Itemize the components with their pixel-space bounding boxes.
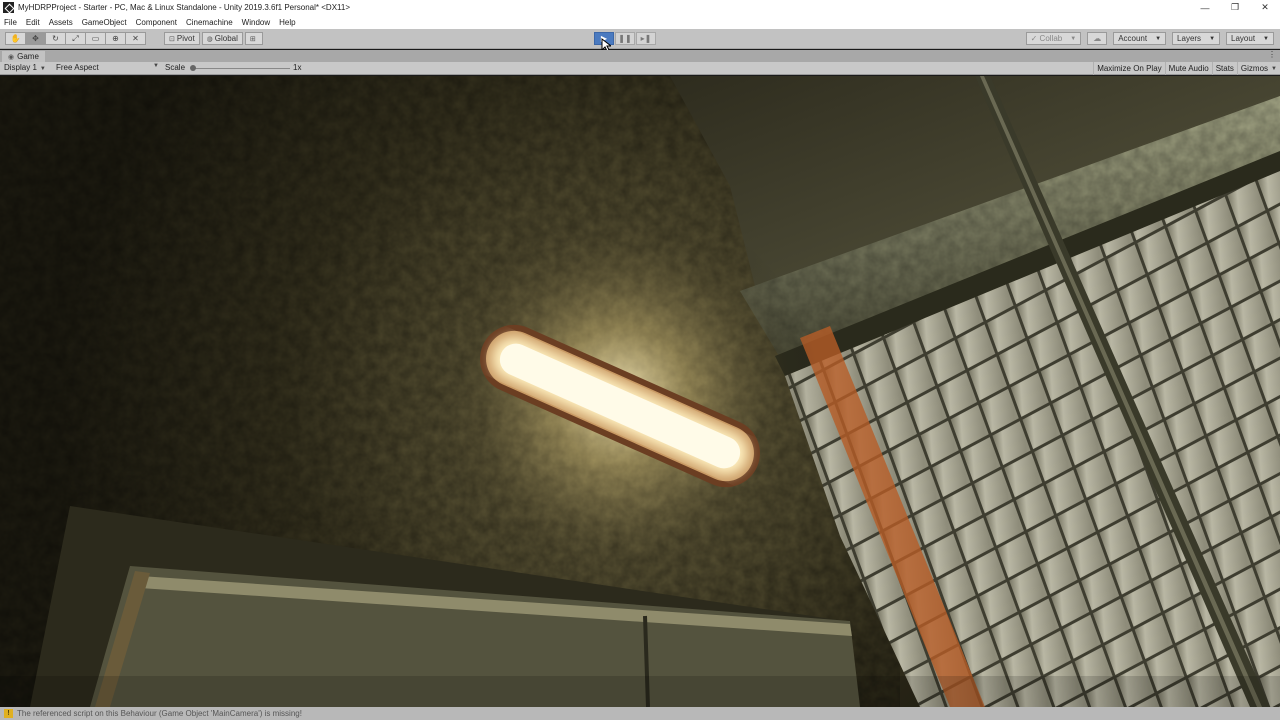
rotate-tool-icon[interactable]: ↻ (45, 32, 66, 45)
menu-gameobject[interactable]: GameObject (82, 18, 127, 27)
console-message[interactable]: The referenced script on this Behaviour … (17, 709, 302, 718)
maximize-on-play-toggle[interactable]: Maximize On Play (1093, 62, 1164, 75)
step-icon: ▸❚ (640, 34, 652, 43)
grid-snap-icon: ⊞ (249, 35, 256, 43)
minimize-button[interactable]: — (1190, 0, 1220, 15)
scale-tool-icon[interactable]: ⤢ (65, 32, 86, 45)
scale-slider-track[interactable] (192, 68, 290, 69)
gizmos-dropdown[interactable]: Gizmos ▼ (1236, 62, 1280, 75)
collab-label: Collab (1039, 34, 1063, 43)
cloud-icon: ☁ (1093, 34, 1102, 43)
scale-value: 1x (293, 63, 302, 72)
collab-dropdown[interactable]: ✓ Collab ▼ (1025, 32, 1082, 45)
global-toggle[interactable]: ◍ Global (201, 32, 243, 45)
aspect-dropdown[interactable]: Free Aspect ▼ (56, 63, 159, 72)
game-scene-render (0, 76, 1280, 707)
transform-tools: ✋ ✥ ↻ ⤢ ▭ ⊕ ✕ (5, 32, 146, 45)
account-label: Account (1118, 34, 1148, 43)
gizmos-label: Gizmos (1240, 64, 1269, 73)
layout-label: Layout (1231, 34, 1256, 43)
handle-toggles: ⊡ Pivot ◍ Global ⊞ (164, 32, 265, 45)
scale-label: Scale (165, 63, 186, 72)
menu-window[interactable]: Window (242, 18, 270, 27)
menu-cinemachine[interactable]: Cinemachine (186, 18, 233, 27)
chevron-down-icon: ▼ (39, 66, 46, 72)
pause-icon: ❚❚ (618, 34, 632, 43)
game-options-bar: Display 1 ▼ Free Aspect ▼ Scale 1x Maximiz… (0, 62, 1280, 75)
menu-file[interactable]: File (4, 18, 17, 27)
step-button[interactable]: ▸❚ (636, 32, 656, 45)
window-controls: — ❐ ✕ (1190, 0, 1280, 15)
account-dropdown[interactable]: Account ▼ (1113, 32, 1167, 45)
menu-assets[interactable]: Assets (49, 18, 73, 27)
move-tool-icon[interactable]: ✥ (25, 32, 46, 45)
tab-game[interactable]: ◉ Game (2, 51, 45, 62)
layers-dropdown[interactable]: Layers ▼ (1172, 32, 1221, 45)
stats-toggle[interactable]: Stats (1211, 62, 1237, 75)
pivot-label: Pivot (176, 34, 195, 43)
layers-label: Layers (1177, 34, 1202, 43)
cloud-button[interactable]: ☁ (1087, 32, 1108, 45)
menu-bar: File Edit Assets GameObject Component Ci… (0, 15, 1280, 29)
menu-edit[interactable]: Edit (26, 18, 40, 27)
chevron-down-icon: ▼ (1271, 65, 1277, 72)
game-view-toggles: Maximize On Play Mute Audio Stats Gizmos… (1093, 62, 1280, 75)
close-button[interactable]: ✕ (1250, 0, 1280, 15)
tab-menu-icon[interactable]: ⋮ (1268, 50, 1276, 59)
mute-audio-toggle[interactable]: Mute Audio (1164, 62, 1212, 75)
game-tab-bar: ◉ Game ⋮ (0, 50, 1280, 62)
game-viewport[interactable] (0, 76, 1280, 707)
pivot-icon: ⊡ (169, 35, 175, 43)
globe-icon: ◍ (206, 35, 213, 43)
pivot-toggle[interactable]: ⊡ Pivot (164, 32, 200, 45)
transform-tool-icon[interactable]: ⊕ (105, 32, 126, 45)
game-controller-icon: ◉ (8, 53, 15, 61)
chevron-down-icon: ▼ (1209, 35, 1216, 42)
title-bar: MyHDRPProject - Starter - PC, Mac & Linu… (0, 0, 1280, 15)
right-toolbar: ✓ Collab ▼ ☁ Account ▼ Layers ▼ Layout ▼ (1020, 32, 1274, 45)
custom-tool-icon[interactable]: ✕ (125, 32, 146, 45)
status-bar[interactable]: ! The referenced script on this Behaviou… (0, 707, 1280, 720)
restore-button[interactable]: ❐ (1220, 0, 1250, 15)
chevron-down-icon: ▼ (153, 63, 159, 69)
snap-toggle[interactable]: ⊞ (244, 32, 263, 45)
scale-slider-handle[interactable] (190, 65, 196, 71)
chevron-down-icon: ▼ (1155, 35, 1162, 42)
layout-dropdown[interactable]: Layout ▼ (1226, 32, 1274, 45)
chevron-down-icon: ▼ (1070, 35, 1077, 42)
menu-component[interactable]: Component (136, 18, 177, 27)
hand-tool-icon[interactable]: ✋ (5, 32, 26, 45)
global-label: Global (214, 34, 238, 43)
rect-tool-icon[interactable]: ▭ (85, 32, 106, 45)
aspect-label: Free Aspect (56, 63, 99, 72)
tab-game-label: Game (17, 52, 39, 61)
chevron-down-icon: ▼ (1263, 35, 1269, 42)
main-toolbar: ✋ ✥ ↻ ⤢ ▭ ⊕ ✕ ⊡ Pivot ◍ Global ⊞ ▶ ❚❚ ▸❚ ✓… (0, 29, 1280, 52)
unity-logo-icon (3, 2, 14, 13)
display-label: Display 1 (4, 63, 37, 72)
menu-help[interactable]: Help (279, 18, 295, 27)
window-title: MyHDRPProject - Starter - PC, Mac & Linu… (18, 3, 351, 12)
warning-icon: ! (4, 709, 13, 718)
pause-button[interactable]: ❚❚ (615, 32, 635, 45)
check-icon: ✓ (1030, 34, 1038, 43)
display-dropdown[interactable]: Display 1 ▼ (4, 63, 46, 72)
